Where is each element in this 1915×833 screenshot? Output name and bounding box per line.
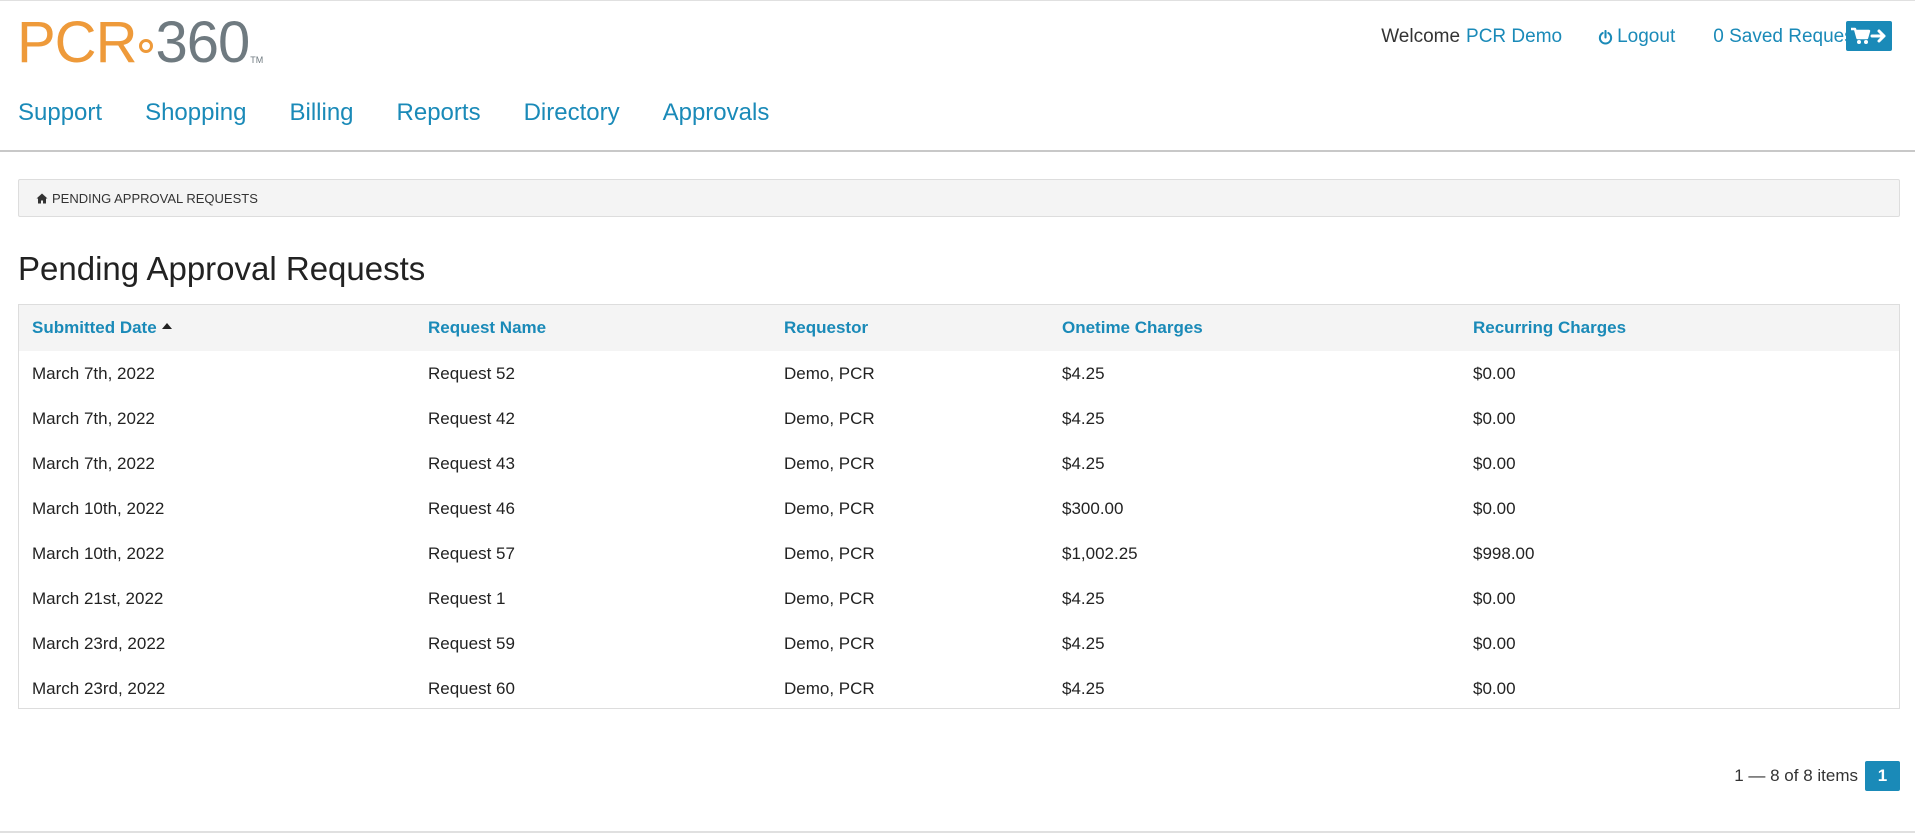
cell-requestor: Demo, PCR xyxy=(784,678,875,698)
nav-reports[interactable]: Reports xyxy=(397,98,481,128)
logout-link[interactable]: Logout xyxy=(1598,26,1675,48)
logout-label: Logout xyxy=(1617,26,1676,47)
cell-request-name: Request 59 xyxy=(428,633,515,653)
cell-requestor: Demo, PCR xyxy=(784,543,875,563)
cell-submitted-date: March 7th, 2022 xyxy=(32,408,155,428)
logo-text-right: 360 xyxy=(155,10,250,75)
cell-request-name: Request 43 xyxy=(428,453,515,473)
cell-onetime-charges: $1,002.25 xyxy=(1062,543,1138,563)
column-header-request-name[interactable]: Request Name xyxy=(415,305,771,351)
nav-directory[interactable]: Directory xyxy=(524,98,620,128)
cell-requestor: Demo, PCR xyxy=(784,588,875,608)
cell-request-name: Request 57 xyxy=(428,543,515,563)
cell-submitted-date: March 23rd, 2022 xyxy=(32,678,166,698)
column-header-onetime-charges[interactable]: Onetime Charges xyxy=(1049,305,1460,351)
power-icon xyxy=(1598,29,1613,44)
column-label: Submitted Date xyxy=(32,318,157,337)
cart-checkout-button[interactable] xyxy=(1846,21,1892,51)
site-header: PCR 360 TM Welcome PCR Demo Logout 0 Sav… xyxy=(0,1,1915,152)
cell-requestor: Demo, PCR xyxy=(784,453,875,473)
cell-submitted-date: March 10th, 2022 xyxy=(32,543,165,563)
table-row[interactable]: March 7th, 2022 Request 42 Demo, PCR $4.25 $… xyxy=(19,396,1899,441)
cell-request-name: Request 46 xyxy=(428,498,515,518)
table-row[interactable]: March 23rd, 2022 Request 60 Demo, PCR $4.25… xyxy=(19,666,1899,711)
table-row[interactable]: March 7th, 2022 Request 52 Demo, PCR $4.25 $… xyxy=(19,351,1899,396)
cell-recurring-charges: $0.00 xyxy=(1473,498,1516,518)
cell-onetime-charges: $300.00 xyxy=(1062,498,1124,518)
cell-requestor: Demo, PCR xyxy=(784,363,875,383)
user-bar: Welcome PCR Demo Logout 0 Saved Request xyxy=(1381,22,1859,52)
username-link[interactable]: PCR Demo xyxy=(1466,26,1562,48)
cell-requestor: Demo, PCR xyxy=(784,633,875,653)
cell-requestor: Demo, PCR xyxy=(784,498,875,518)
nav-approvals[interactable]: Approvals xyxy=(663,98,770,128)
table-body: March 7th, 2022 Request 52 Demo, PCR $4.25 $… xyxy=(19,351,1899,711)
sort-ascending-icon xyxy=(161,323,172,329)
cell-submitted-date: March 21st, 2022 xyxy=(32,588,164,608)
table-row[interactable]: March 10th, 2022 Request 57 Demo, PCR $1,00… xyxy=(19,531,1899,576)
column-header-submitted-date[interactable]: Submitted Date xyxy=(19,305,415,351)
table-row[interactable]: March 7th, 2022 Request 43 Demo, PCR $4.25 $… xyxy=(19,441,1899,486)
main-nav: Support Shopping Billing Reports Directo… xyxy=(18,98,812,128)
page-button-current[interactable]: 1 xyxy=(1865,761,1900,791)
requests-table: Submitted Date Request Name Requestor On… xyxy=(18,304,1900,709)
cell-recurring-charges: $0.00 xyxy=(1473,408,1516,428)
cell-submitted-date: March 7th, 2022 xyxy=(32,363,155,383)
table-row[interactable]: March 21st, 2022 Request 1 Demo, PCR $4.25 $… xyxy=(19,576,1899,621)
logo-trademark: TM xyxy=(250,55,264,65)
pcr360-logo[interactable]: PCR 360 TM xyxy=(17,10,264,75)
cart-arrow-icon xyxy=(1851,27,1886,44)
cell-requestor: Demo, PCR xyxy=(784,408,875,428)
nav-shopping[interactable]: Shopping xyxy=(145,98,246,128)
cell-request-name: Request 60 xyxy=(428,678,515,698)
cell-submitted-date: March 7th, 2022 xyxy=(32,453,155,473)
cell-recurring-charges: $0.00 xyxy=(1473,633,1516,653)
pagination: 1 — 8 of 8 items 1 xyxy=(1734,761,1900,791)
cell-onetime-charges: $4.25 xyxy=(1062,363,1105,383)
column-header-recurring-charges[interactable]: Recurring Charges xyxy=(1460,305,1899,351)
page-title: Pending Approval Requests xyxy=(18,250,426,287)
cell-request-name: Request 1 xyxy=(428,588,506,608)
cell-recurring-charges: $0.00 xyxy=(1473,453,1516,473)
cell-onetime-charges: $4.25 xyxy=(1062,588,1105,608)
cell-onetime-charges: $4.25 xyxy=(1062,453,1105,473)
cell-recurring-charges: $0.00 xyxy=(1473,363,1516,383)
cell-submitted-date: March 23rd, 2022 xyxy=(32,633,166,653)
logo-text-left: PCR xyxy=(17,10,137,75)
column-header-requestor[interactable]: Requestor xyxy=(771,305,1049,351)
table-row[interactable]: March 10th, 2022 Request 46 Demo, PCR $300.… xyxy=(19,486,1899,531)
cell-request-name: Request 42 xyxy=(428,408,515,428)
logo-dot-icon xyxy=(139,39,154,53)
saved-request-link[interactable]: 0 Saved Request xyxy=(1713,26,1859,48)
cell-recurring-charges: $0.00 xyxy=(1473,588,1516,608)
cell-recurring-charges: $998.00 xyxy=(1473,543,1535,563)
breadcrumb-current: PENDING APPROVAL REQUESTS xyxy=(52,190,258,206)
table-row[interactable]: March 23rd, 2022 Request 59 Demo, PCR $4.25… xyxy=(19,621,1899,666)
cell-request-name: Request 52 xyxy=(428,363,515,383)
cell-recurring-charges: $0.00 xyxy=(1473,678,1516,698)
welcome-label: Welcome xyxy=(1381,26,1461,47)
nav-billing[interactable]: Billing xyxy=(290,98,354,128)
breadcrumb: PENDING APPROVAL REQUESTS xyxy=(18,179,1900,217)
nav-support[interactable]: Support xyxy=(18,98,102,128)
table-header-row: Submitted Date Request Name Requestor On… xyxy=(19,305,1899,351)
cell-onetime-charges: $4.25 xyxy=(1062,408,1105,428)
home-icon[interactable] xyxy=(36,193,48,204)
cell-submitted-date: March 10th, 2022 xyxy=(32,498,165,518)
cell-onetime-charges: $4.25 xyxy=(1062,633,1105,653)
cell-onetime-charges: $4.25 xyxy=(1062,678,1105,698)
pagination-summary: 1 — 8 of 8 items xyxy=(1734,766,1858,785)
